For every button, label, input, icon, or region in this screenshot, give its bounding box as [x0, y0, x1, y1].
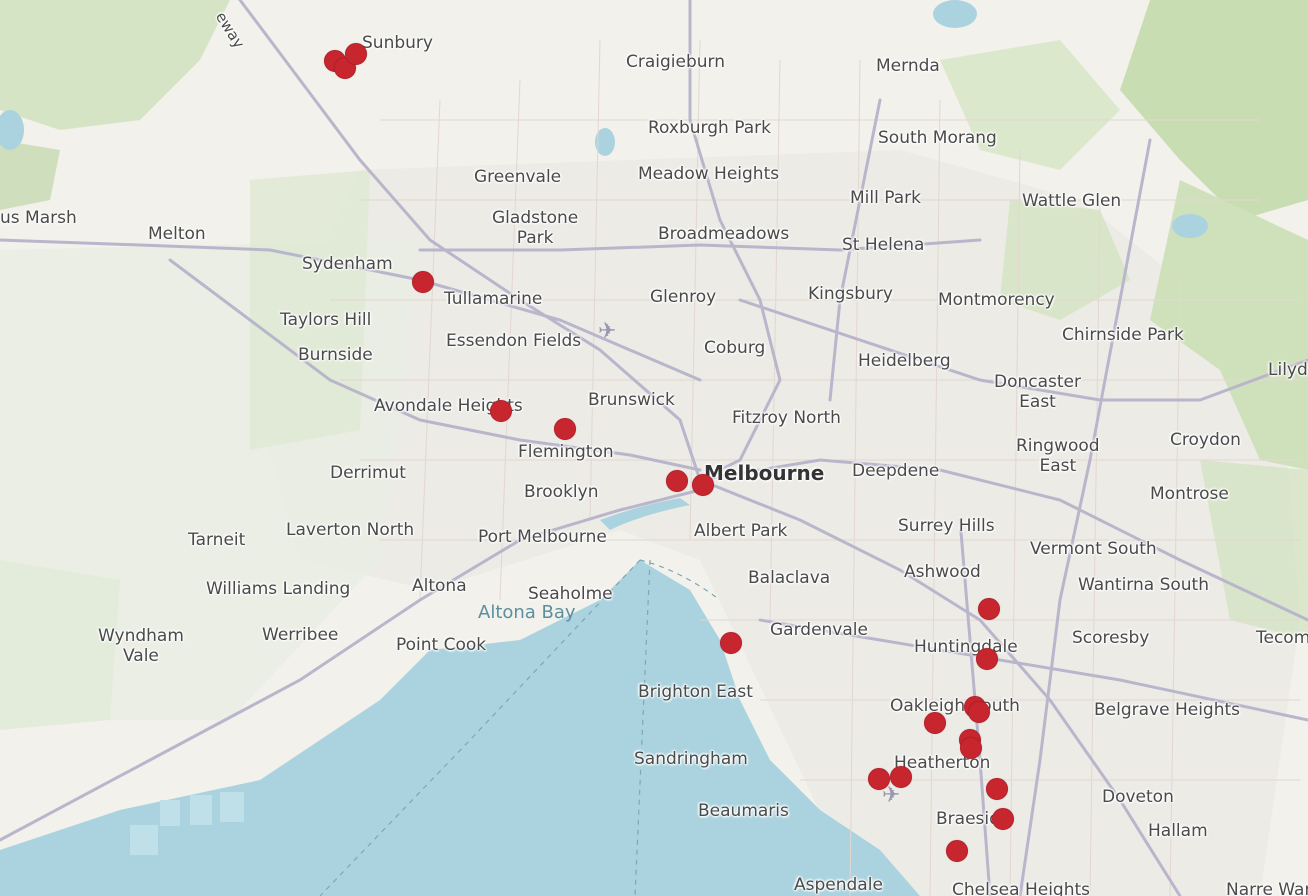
- place-label-roxburgh-park: Roxburgh Park: [648, 118, 771, 138]
- place-label-vermont-south: Vermont South: [1030, 539, 1157, 559]
- place-label-brunswick: Brunswick: [588, 390, 675, 410]
- map-marker[interactable]: [692, 474, 714, 496]
- map-marker[interactable]: [490, 400, 512, 422]
- place-label-glenroy: Glenroy: [650, 287, 717, 307]
- place-label-aspendale: Aspendale: [794, 875, 883, 895]
- place-label-ashwood: Ashwood: [904, 562, 981, 582]
- place-label-derrimut: Derrimut: [330, 463, 406, 483]
- place-label-croydon: Croydon: [1170, 430, 1241, 450]
- place-label-brighton-east: Brighton East: [638, 682, 753, 702]
- place-label-scoresby: Scoresby: [1072, 628, 1150, 648]
- place-label-point-cook: Point Cook: [396, 635, 487, 655]
- place-label-flemington: Flemington: [518, 442, 614, 462]
- map-marker[interactable]: [345, 43, 367, 65]
- place-label-balaclava: Balaclava: [748, 568, 831, 588]
- place-label-lilyd: Lilyd: [1268, 360, 1308, 380]
- place-label-mernda: Mernda: [876, 56, 940, 76]
- place-label-narre-warren: Narre Warre: [1226, 880, 1308, 896]
- place-label-oakleigh-south: Oakleigh South: [890, 696, 1020, 716]
- place-label-mill-park: Mill Park: [850, 188, 921, 208]
- place-label-coburg: Coburg: [704, 338, 766, 358]
- map-canvas[interactable]: ✈ ✈ Sunbury Craigieburn Mernda Roxburgh …: [0, 0, 1308, 896]
- place-label-port-melbourne: Port Melbourne: [478, 527, 607, 547]
- place-label-altona: Altona: [412, 576, 467, 596]
- place-label-chelsea-heights: Chelsea Heights: [952, 880, 1091, 896]
- place-label-doveton: Doveton: [1102, 787, 1174, 807]
- place-label-burnside: Burnside: [298, 345, 373, 365]
- place-label-wattle-glen: Wattle Glen: [1022, 191, 1122, 211]
- place-label-tarneit: Tarneit: [188, 530, 246, 550]
- place-label-werribee: Werribee: [262, 625, 339, 645]
- place-label-beaumaris: Beaumaris: [698, 801, 789, 821]
- place-label-gladstone-park: Gladstone Park: [492, 208, 579, 248]
- place-label-melbourne: Melbourne: [704, 461, 825, 485]
- place-label-wantirna-south: Wantirna South: [1078, 575, 1209, 595]
- place-label-belgrave-heights: Belgrave Heights: [1094, 700, 1241, 720]
- place-label-seaholme: Seaholme: [528, 584, 613, 604]
- map-marker[interactable]: [666, 470, 688, 492]
- place-label-south-morang: South Morang: [878, 128, 997, 148]
- place-label-tecom: Tecom: [1256, 628, 1308, 648]
- place-label-craigieburn: Craigieburn: [626, 52, 726, 72]
- map-marker[interactable]: [986, 778, 1008, 800]
- place-label-st-helena: St Helena: [842, 235, 925, 255]
- map-marker[interactable]: [868, 768, 890, 790]
- place-label-taylors-hill: Taylors Hill: [280, 310, 372, 330]
- map-marker[interactable]: [924, 712, 946, 734]
- place-label-essendon-fields: Essendon Fields: [446, 331, 582, 351]
- place-label-fitzroy-north: Fitzroy North: [732, 408, 841, 428]
- place-label-us-marsh: us Marsh: [0, 208, 77, 228]
- place-label-williams-landing: Williams Landing: [206, 579, 351, 599]
- place-label-greenvale: Greenvale: [474, 167, 562, 187]
- svg-text:✈: ✈: [598, 319, 616, 344]
- map-marker[interactable]: [992, 808, 1014, 830]
- place-label-montmorency: Montmorency: [938, 290, 1055, 310]
- place-label-chirnside-park: Chirnside Park: [1062, 325, 1184, 345]
- place-label-deepdene: Deepdene: [852, 461, 940, 481]
- place-label-huntingdale: Huntingdale: [914, 637, 1018, 657]
- map-marker[interactable]: [890, 766, 912, 788]
- place-label-meadow-heights: Meadow Heights: [638, 164, 780, 184]
- place-label-gardenvale: Gardenvale: [770, 620, 868, 640]
- place-label-surrey-hills: Surrey Hills: [898, 516, 995, 536]
- place-label-brooklyn: Brooklyn: [524, 482, 599, 502]
- place-label-sunbury: Sunbury: [362, 33, 433, 53]
- place-label-heidelberg: Heidelberg: [858, 351, 951, 371]
- map-marker[interactable]: [960, 737, 982, 759]
- place-label-tullamarine: Tullamarine: [444, 289, 543, 309]
- place-label-melton: Melton: [148, 224, 206, 244]
- water-label-altona-bay: Altona Bay: [478, 602, 576, 623]
- map-marker[interactable]: [946, 840, 968, 862]
- place-label-wyndham-vale: Wyndham Vale: [98, 626, 184, 666]
- place-label-doncaster-east: Doncaster East: [994, 372, 1082, 412]
- place-label-ringwood-east: Ringwood East: [1016, 436, 1100, 476]
- map-marker[interactable]: [554, 418, 576, 440]
- place-label-kingsbury: Kingsbury: [808, 284, 893, 304]
- map-marker[interactable]: [720, 632, 742, 654]
- map-marker[interactable]: [976, 648, 998, 670]
- place-label-broadmeadows: Broadmeadows: [658, 224, 790, 244]
- place-label-hallam: Hallam: [1148, 821, 1208, 841]
- place-label-albert-park: Albert Park: [694, 521, 788, 541]
- place-label-sandringham: Sandringham: [634, 749, 748, 769]
- place-label-sydenham: Sydenham: [302, 254, 393, 274]
- map-marker[interactable]: [968, 701, 990, 723]
- map-marker[interactable]: [412, 271, 434, 293]
- place-label-laverton-north: Laverton North: [286, 520, 415, 540]
- place-label-montrose: Montrose: [1150, 484, 1229, 504]
- map-marker[interactable]: [978, 598, 1000, 620]
